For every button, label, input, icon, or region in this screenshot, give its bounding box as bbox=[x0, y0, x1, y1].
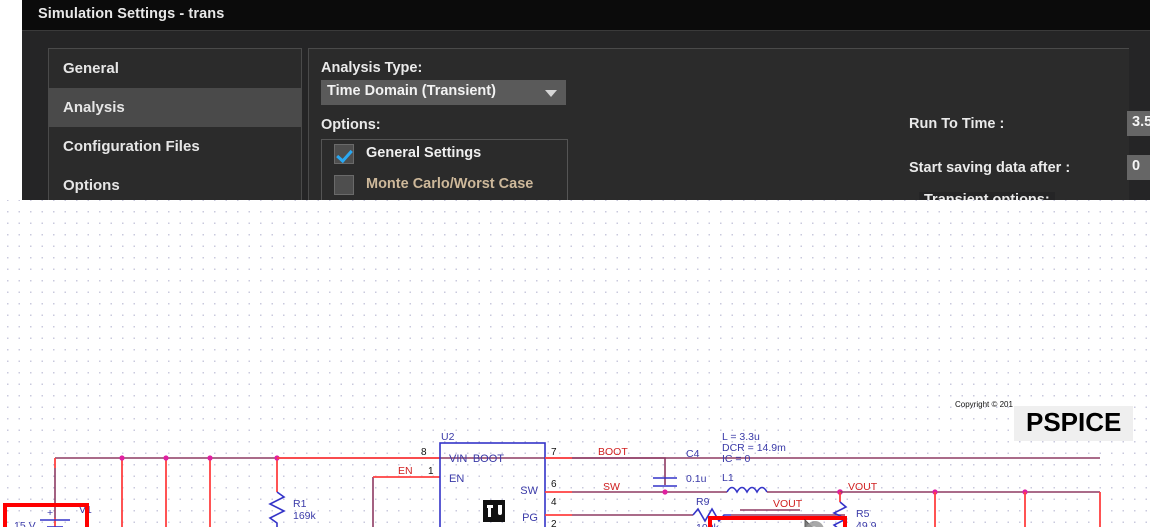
schematic-canvas[interactable]: .w{stroke:#8e3a62;stroke-width:1.6;fill:… bbox=[0, 200, 1150, 527]
sidebar-item-analysis[interactable]: Analysis bbox=[49, 88, 301, 127]
sidebar-item-options[interactable]: Options bbox=[49, 166, 301, 200]
svg-text:2: 2 bbox=[551, 519, 557, 527]
option-monte-carlo-label: Monte Carlo/Worst Case bbox=[366, 176, 534, 192]
svg-text:1: 1 bbox=[428, 466, 434, 477]
svg-text:VOUT: VOUT bbox=[773, 498, 803, 510]
analysis-type-dropdown[interactable]: Time Domain (Transient) bbox=[321, 80, 566, 105]
svg-text:IC = 0: IC = 0 bbox=[722, 453, 750, 465]
pspice-badge: PSPICE bbox=[1014, 406, 1134, 441]
svg-text:BOOT: BOOT bbox=[598, 446, 628, 458]
svg-text:15 V: 15 V bbox=[14, 520, 36, 527]
svg-text:VIN: VIN bbox=[449, 453, 467, 465]
copyright-text: Copyright © 201 bbox=[955, 400, 1013, 409]
option-general-settings[interactable]: General Settings bbox=[322, 140, 567, 171]
svg-text:EN: EN bbox=[449, 473, 464, 485]
checkbox-monte-carlo[interactable] bbox=[334, 175, 354, 195]
svg-text:49.9: 49.9 bbox=[856, 520, 877, 527]
svg-text:BOOT: BOOT bbox=[473, 453, 504, 465]
dialog-divider bbox=[22, 30, 1150, 31]
sidebar-item-configuration-files[interactable]: Configuration Files bbox=[49, 127, 301, 166]
svg-text:7: 7 bbox=[551, 447, 557, 458]
chevron-down-icon bbox=[545, 90, 557, 97]
simulation-settings-dialog: Simulation Settings - trans General Anal… bbox=[0, 0, 1150, 200]
checkbox-general-settings[interactable] bbox=[334, 144, 354, 164]
svg-text:U2: U2 bbox=[441, 431, 455, 443]
option-general-settings-label: General Settings bbox=[366, 145, 482, 161]
analysis-type-value: Time Domain (Transient) bbox=[327, 83, 496, 99]
svg-text:+: + bbox=[47, 507, 53, 519]
svg-text:L1: L1 bbox=[722, 472, 734, 484]
category-list: General Analysis Configuration Files Opt… bbox=[48, 48, 302, 200]
sidebar-item-general[interactable]: General bbox=[49, 49, 301, 88]
dialog-title: Simulation Settings - trans bbox=[38, 6, 225, 22]
svg-text:100k: 100k bbox=[696, 522, 720, 527]
svg-text:R5: R5 bbox=[856, 508, 870, 520]
svg-text:4: 4 bbox=[551, 497, 557, 508]
transient-options-title: Transient options: bbox=[919, 192, 1055, 200]
start-saving-data-value: 0 bbox=[1132, 158, 1141, 174]
start-saving-data-label: Start saving data after : bbox=[909, 160, 1071, 176]
svg-text:R9: R9 bbox=[696, 496, 710, 508]
svg-text:0.1u: 0.1u bbox=[686, 473, 707, 485]
analysis-options-panel: Analysis Type: Time Domain (Transient) O… bbox=[308, 48, 1150, 200]
run-to-time-label: Run To Time : bbox=[909, 116, 1005, 132]
analysis-type-label: Analysis Type: bbox=[321, 60, 423, 76]
option-monte-carlo[interactable]: Monte Carlo/Worst Case bbox=[322, 171, 567, 200]
svg-text:8: 8 bbox=[421, 447, 427, 458]
svg-text:169k: 169k bbox=[293, 510, 317, 522]
run-to-time-input[interactable]: 3.5ms bbox=[1127, 111, 1150, 136]
dialog-left-gutter bbox=[0, 0, 22, 200]
svg-text:PG: PG bbox=[522, 512, 538, 524]
options-listbox: General Settings Monte Carlo/Worst Case bbox=[321, 139, 568, 200]
svg-text:SW: SW bbox=[520, 485, 538, 497]
run-to-time-value: 3.5ms bbox=[1132, 114, 1150, 130]
svg-text:R1: R1 bbox=[293, 498, 307, 510]
options-label: Options: bbox=[321, 117, 381, 133]
schematic-drawing: .w{stroke:#8e3a62;stroke-width:1.6;fill:… bbox=[3, 431, 1101, 527]
svg-text:6: 6 bbox=[551, 479, 557, 490]
start-saving-data-input[interactable]: 0 bbox=[1127, 155, 1150, 180]
svg-text:EN: EN bbox=[398, 465, 413, 477]
svg-text:C4: C4 bbox=[686, 448, 700, 460]
svg-text:SW: SW bbox=[603, 481, 620, 493]
